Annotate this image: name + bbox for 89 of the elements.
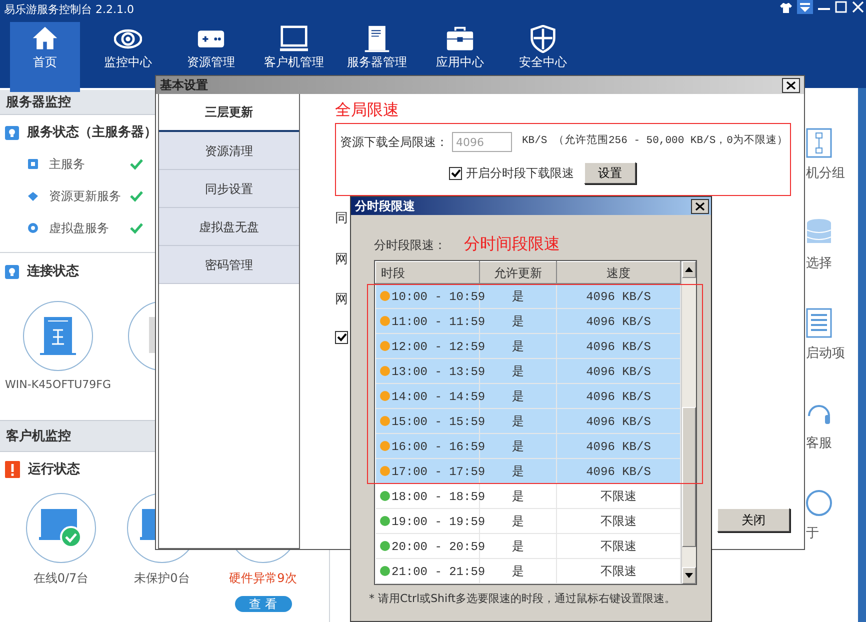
annotation-label: 全局限速: [335, 100, 399, 120]
table-cell: 是: [512, 439, 524, 453]
table-cell: 17:00 - 17:59: [392, 464, 486, 478]
panel-label: 机分组: [806, 165, 845, 183]
table-cell: 4096 KB/S: [586, 340, 651, 354]
panel-label: 启动项: [806, 345, 845, 363]
view-button[interactable]: 查 看: [234, 596, 292, 612]
nav-tab[interactable]: 客户机管理: [259, 22, 329, 92]
table-cell: 20:00 - 20:59: [392, 540, 486, 554]
table-cell: 是: [512, 289, 524, 303]
table-cell: 12:00 - 12:59: [392, 340, 486, 354]
table-cell: 10:00 - 10:59: [392, 290, 486, 304]
hostname-label: WIN-K45OFTU79FG: [5, 377, 111, 393]
table-row[interactable]: 17:00 - 17:59 是 4096 KB/S: [376, 458, 680, 484]
setting-label: 同: [335, 210, 348, 228]
table-cell: 14:00 - 14:59: [392, 390, 486, 404]
table-row[interactable]: 19:00 - 19:59 是 不限速: [376, 508, 680, 534]
table-cell: 不限速: [600, 490, 636, 504]
menu-tab[interactable]: 资源清理: [159, 132, 299, 170]
nav-tab[interactable]: 首页: [10, 22, 80, 92]
table-row[interactable]: 13:00 - 13:59 是 4096 KB/S: [376, 358, 680, 384]
table-cell: 4096 KB/S: [586, 414, 651, 428]
service-label: 资源更新服务: [49, 188, 122, 205]
table-row[interactable]: 11:00 - 11:59 是 4096 KB/S: [376, 308, 680, 334]
close-dialog-button[interactable]: 关闭: [717, 508, 790, 532]
dialog-title: 分时段限速: [355, 198, 415, 215]
section-title: 连接状态: [27, 262, 79, 282]
section-title: 运行状态: [28, 460, 80, 479]
menu-tab[interactable]: 虚拟盘无盘: [159, 208, 299, 246]
column-header: 允许更新: [480, 262, 556, 284]
table-cell: 是: [512, 489, 524, 503]
table-cell: 是: [512, 514, 524, 528]
table-cell: 是: [512, 364, 524, 378]
table-cell: 4096 KB/S: [586, 364, 651, 378]
menu-tab[interactable]: 密码管理: [159, 246, 299, 284]
nav-tab[interactable]: 安全中心: [508, 22, 578, 92]
stat-label: 硬件异常9次: [229, 570, 297, 586]
nav-tab[interactable]: 服务器管理: [342, 22, 412, 92]
window-title: 易乐游服务控制台 2.2.1.0: [3, 3, 134, 17]
table-row[interactable]: 10:00 - 10:59 是 4096 KB/S: [376, 284, 680, 308]
table-cell: 4096 KB/S: [586, 464, 651, 478]
table-row[interactable]: 15:00 - 15:59 是 4096 KB/S: [376, 408, 680, 434]
table-cell: 是: [512, 389, 524, 403]
table-cell: 不限速: [600, 564, 636, 578]
table-cell: 4096 KB/S: [586, 314, 651, 328]
table-cell: 4096 KB/S: [586, 390, 651, 404]
table-row[interactable]: 18:00 - 18:59 是 不限速: [376, 484, 680, 508]
table-cell: 11:00 - 11:59: [392, 314, 486, 328]
table-row[interactable]: 20:00 - 20:59 是 不限速: [376, 534, 680, 558]
column-header: 时段: [376, 262, 480, 284]
table-cell: 是: [512, 539, 524, 553]
table-cell: 是: [512, 564, 524, 578]
panel-label: 于: [806, 525, 819, 543]
stat-label: 未保护0台: [134, 570, 190, 586]
column-header: 速度: [556, 262, 680, 284]
table-cell: 4096 KB/S: [586, 440, 651, 454]
field-label: 分时段限速：: [374, 237, 446, 254]
panel-label: 选择: [806, 255, 832, 273]
table-cell: 是: [512, 314, 524, 328]
table-row[interactable]: 21:00 - 21:59 是 不限速: [376, 558, 680, 584]
setting-label: 网: [335, 250, 348, 268]
table-cell: 21:00 - 21:59: [392, 564, 486, 578]
table-cell: 15:00 - 15:59: [392, 414, 486, 428]
checkbox-label: 开启分时段下载限速: [466, 165, 574, 182]
table-cell: 是: [512, 464, 524, 478]
service-label: 虚拟盘服务: [49, 220, 110, 237]
set-button[interactable]: 设置: [584, 162, 636, 184]
table-cell: 18:00 - 18:59: [392, 490, 486, 504]
unit-note: KB/S （允许范围256 - 50,000 KB/S，0为不限速）: [522, 134, 788, 150]
section-title: 服务状态（主服务器）: [27, 124, 157, 142]
service-label: 主服务: [49, 156, 86, 173]
panel-label: 客服: [806, 435, 832, 453]
table-cell: 19:00 - 19:59: [392, 514, 486, 528]
table-cell: 是: [512, 414, 524, 428]
field-label: 资源下载全局限速：: [340, 134, 448, 151]
table-row[interactable]: 14:00 - 14:59 是 4096 KB/S: [376, 384, 680, 408]
table-cell: 13:00 - 13:59: [392, 364, 486, 378]
table-cell: 不限速: [600, 540, 636, 554]
table-cell: 是: [512, 339, 524, 353]
table-cell: 16:00 - 16:59: [392, 440, 486, 454]
table-row[interactable]: 12:00 - 12:59 是 4096 KB/S: [376, 334, 680, 358]
hint-text: * 请用Ctrl或Shift多选要限速的时段，通过鼠标右键设置限速。: [369, 591, 676, 607]
stat-label: 在线0/7台: [33, 570, 89, 586]
menu-tab[interactable]: 同步设置: [159, 170, 299, 208]
setting-label: 网: [335, 291, 348, 309]
table-cell: 4096 KB/S: [586, 290, 651, 304]
table-cell: 不限速: [600, 514, 636, 528]
table-row[interactable]: 16:00 - 16:59 是 4096 KB/S: [376, 434, 680, 458]
annotation-label: 分时间段限速: [464, 234, 560, 254]
